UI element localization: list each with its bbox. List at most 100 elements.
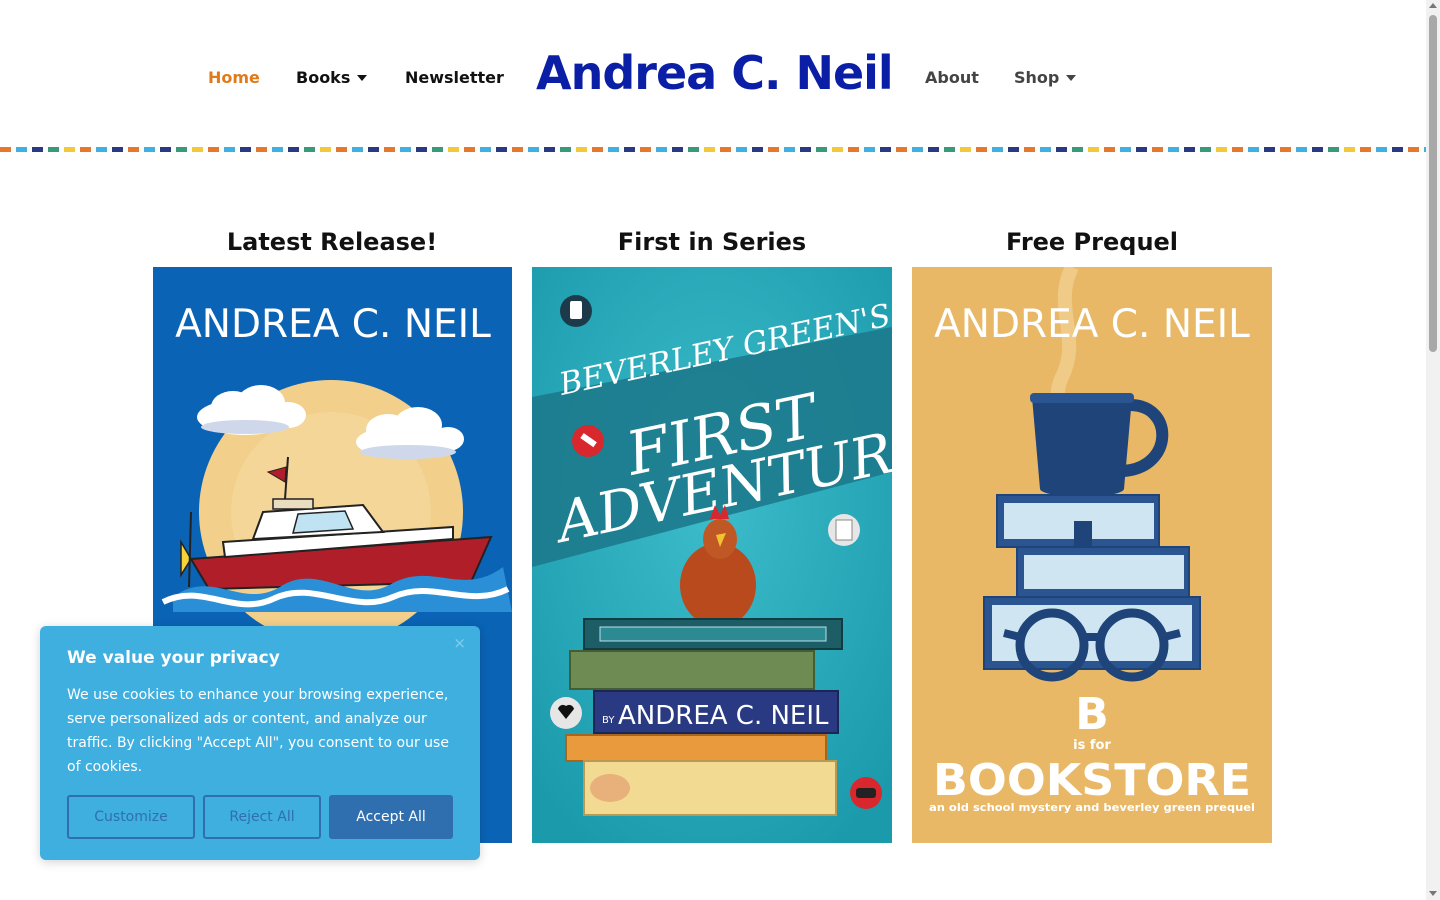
divider-dash — [816, 147, 827, 152]
cover-by-text: BY — [602, 715, 615, 726]
divider-dash — [1408, 147, 1419, 152]
cover-author-text: ANDREA C. NEIL — [618, 701, 829, 731]
cookie-title: We value your privacy — [67, 648, 280, 668]
scroll-down-icon[interactable] — [1429, 891, 1437, 896]
divider-dash — [1200, 147, 1211, 152]
divider-dash — [416, 147, 427, 152]
divider-dash — [32, 147, 43, 152]
nav-about[interactable]: About — [925, 68, 979, 87]
divider-dash — [320, 147, 331, 152]
divider-dash — [592, 147, 603, 152]
divider-dash — [1024, 147, 1035, 152]
free-prequel-cover[interactable]: ANDREA C. NEIL B is for BOOKSTORE an old… — [912, 267, 1272, 843]
divider-dash — [608, 147, 619, 152]
divider-dash — [0, 147, 11, 152]
divider-dash — [384, 147, 395, 152]
divider-dash — [1184, 147, 1195, 152]
divider-dash — [48, 147, 59, 152]
divider-dash — [1344, 147, 1355, 152]
divider-dash — [848, 147, 859, 152]
divider-dash — [288, 147, 299, 152]
latest-release-heading: Latest Release! — [226, 228, 438, 256]
scroll-up-icon[interactable] — [1429, 3, 1437, 8]
divider-dash — [736, 147, 747, 152]
cover-author-text: ANDREA C. NEIL — [175, 302, 491, 347]
divider-dash — [1296, 147, 1307, 152]
free-prequel-heading: Free Prequel — [1005, 228, 1179, 256]
divider-dash — [304, 147, 315, 152]
nav-newsletter[interactable]: Newsletter — [405, 68, 504, 87]
divider-dash — [704, 147, 715, 152]
cookie-consent-banner: We value your privacy × We use cookies t… — [40, 626, 480, 860]
divider-dash — [912, 147, 923, 152]
divider-dash — [944, 147, 955, 152]
divider-dash — [352, 147, 363, 152]
divider-dash — [160, 147, 171, 152]
divider-dash — [1360, 147, 1371, 152]
divider-dash — [240, 147, 251, 152]
nav-books-label: Books — [296, 68, 351, 87]
divider-dash — [256, 147, 267, 152]
divider-dash — [784, 147, 795, 152]
divider-dash — [448, 147, 459, 152]
accept-all-button[interactable]: Accept All — [329, 795, 453, 839]
divider-dash — [1312, 147, 1323, 152]
chevron-down-icon — [357, 74, 368, 81]
divider-dash — [368, 147, 379, 152]
divider-dash — [1376, 147, 1387, 152]
divider-dash — [960, 147, 971, 152]
divider-dash — [208, 147, 219, 152]
divider-dash — [1040, 147, 1051, 152]
divider-dash — [720, 147, 731, 152]
divider-dash — [544, 147, 555, 152]
scrollbar[interactable] — [1426, 0, 1440, 900]
divider-dash — [688, 147, 699, 152]
divider-dash — [224, 147, 235, 152]
cookie-text: We use cookies to enhance your browsing … — [67, 687, 449, 775]
divider-dash — [768, 147, 779, 152]
nav-shop-label: Shop — [1014, 68, 1060, 87]
divider-dash — [400, 147, 411, 152]
customize-button[interactable]: Customize — [67, 795, 195, 839]
chevron-down-icon — [1066, 74, 1077, 81]
divider-dash — [1280, 147, 1291, 152]
divider-dash — [1168, 147, 1179, 152]
divider-dash — [1072, 147, 1083, 152]
divider-dash — [1232, 147, 1243, 152]
divider-dash — [976, 147, 987, 152]
divider-dash — [480, 147, 491, 152]
divider-dash — [576, 147, 587, 152]
divider-dash — [16, 147, 27, 152]
divider-dash — [1248, 147, 1259, 152]
first-in-series-heading: First in Series — [617, 228, 807, 256]
site-title[interactable]: Andrea C. Neil — [536, 46, 894, 100]
nav-books[interactable]: Books — [296, 68, 368, 87]
close-icon[interactable]: × — [453, 634, 466, 652]
divider-dash — [640, 147, 651, 152]
divider-dash — [1328, 147, 1339, 152]
divider-dash — [64, 147, 75, 152]
cover-letter-text: B — [1075, 689, 1109, 740]
scrollbar-thumb[interactable] — [1429, 15, 1437, 352]
cover-title-text: BOOKSTORE — [933, 755, 1251, 806]
divider-dash — [464, 147, 475, 152]
first-in-series-cover[interactable]: BEVERLEY GREEN'S FIRST ADVENTURE BY ANDR… — [532, 267, 892, 843]
divider-dash — [752, 147, 763, 152]
cover-subtitle-text: an old school mystery and beverley green… — [929, 801, 1255, 814]
divider-dash — [1216, 147, 1227, 152]
nav-home[interactable]: Home — [208, 68, 260, 87]
divider-dash — [96, 147, 107, 152]
nav-shop[interactable]: Shop — [1014, 68, 1077, 87]
divider-dash — [192, 147, 203, 152]
divider-dash — [512, 147, 523, 152]
divider-dash — [1136, 147, 1147, 152]
divider-dash — [336, 147, 347, 152]
divider-dash — [560, 147, 571, 152]
divider-dash — [496, 147, 507, 152]
decorative-divider — [0, 147, 1426, 152]
cover-is-for-text: is for — [1073, 738, 1111, 753]
cover-author-text: ANDREA C. NEIL — [934, 302, 1250, 347]
reject-all-button[interactable]: Reject All — [203, 795, 321, 839]
divider-dash — [128, 147, 139, 152]
divider-dash — [800, 147, 811, 152]
